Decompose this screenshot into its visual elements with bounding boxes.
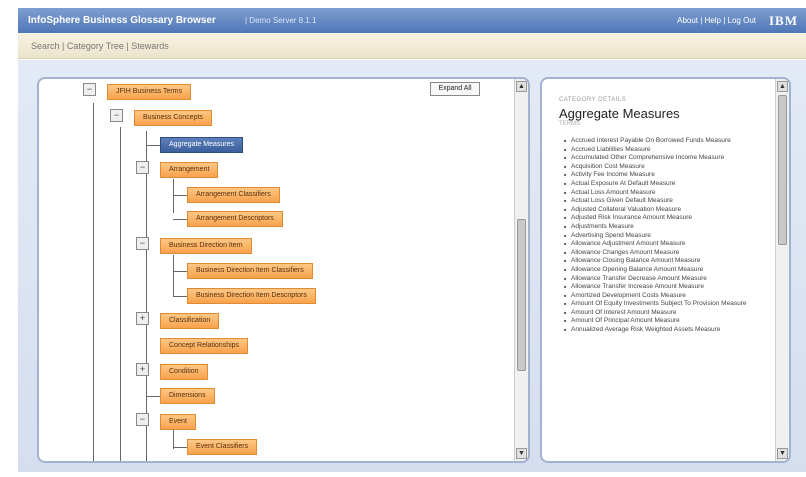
tree-node-business-concepts[interactable]: Business Concepts [134, 110, 212, 126]
tree-line [173, 179, 174, 213]
tree-node-aggregate-measures[interactable]: Aggregate Measures [160, 137, 243, 153]
details-scrollbar[interactable]: ▲ ▼ [775, 79, 789, 461]
collapse-toggle[interactable]: − [83, 83, 96, 96]
term-link[interactable]: Allowance Closing Balance Amount Measure [564, 257, 764, 266]
category-title: Aggregate Measures [559, 106, 680, 121]
category-details-panel: CATEGORY DETAILS Aggregate Measures TERM… [540, 77, 791, 463]
tree-node-business-direction-item[interactable]: Business Direction Item [160, 238, 252, 254]
terms-list: Accrued Interest Payable On Borrowed Fun… [564, 137, 764, 335]
tree-node-arrangement-classifiers[interactable]: Arrangement Classifiers [187, 187, 280, 203]
collapse-toggle[interactable]: − [136, 161, 149, 174]
scroll-thumb[interactable] [778, 95, 787, 245]
scroll-up-arrow-icon[interactable]: ▲ [516, 81, 527, 92]
collapse-toggle[interactable]: − [136, 413, 149, 426]
nav-category-tree[interactable]: Category Tree [67, 41, 124, 51]
tree-line [173, 428, 174, 449]
term-link[interactable]: Amortized Development Costs Measure [564, 292, 764, 301]
tree-node-jfih-business-terms[interactable]: JFIH Business Terms [107, 84, 191, 100]
tree-node-dimensions[interactable]: Dimensions [160, 388, 215, 404]
term-link[interactable]: Allowance Adjustment Amount Measure [564, 240, 764, 249]
nav-stewards[interactable]: Stewards [131, 41, 169, 51]
term-link[interactable]: Adjustments Measure [564, 223, 764, 232]
term-link[interactable]: Adjusted Collateral Valuation Measure [564, 206, 764, 215]
top-links: About | Help | Log Out [677, 16, 756, 25]
title-bar: InfoSphere Business Glossary Browser | D… [18, 8, 806, 33]
tree-node-concept-relationships[interactable]: Concept Relationships [160, 338, 249, 354]
ibm-logo: IBM [769, 13, 798, 28]
term-link[interactable]: Amount Of Principal Amount Measure [564, 317, 764, 326]
term-link[interactable]: Annualized Average Risk Weighted Assets … [564, 326, 764, 335]
term-link[interactable]: Accrued Liabilities Measure [564, 146, 764, 155]
terms-label: TERMS [559, 121, 580, 127]
expand-all-button[interactable]: Expand All [430, 82, 480, 96]
nav-bar: Search | Category Tree | Stewards [18, 33, 806, 59]
tree-node-arrangement[interactable]: Arrangement [160, 162, 219, 178]
term-link[interactable]: Actual Loss Amount Measure [564, 189, 764, 198]
scroll-thumb[interactable] [517, 219, 526, 371]
expand-toggle[interactable]: + [136, 312, 149, 325]
term-link[interactable]: Actual Exposure At Default Measure [564, 180, 764, 189]
term-link[interactable]: Actual Loss Given Default Measure [564, 197, 764, 206]
section-label: CATEGORY DETAILS [559, 97, 627, 103]
expand-toggle[interactable]: + [136, 363, 149, 376]
term-link[interactable]: Allowance Opening Balance Amount Measure [564, 266, 764, 275]
term-link[interactable]: Adjusted Risk Insurance Amount Measure [564, 214, 764, 223]
tree-line [173, 255, 174, 296]
app-title: InfoSphere Business Glossary Browser [28, 15, 216, 26]
about-link[interactable]: About [677, 16, 698, 25]
help-link[interactable]: Help [705, 16, 721, 25]
scroll-down-arrow-icon[interactable]: ▼ [777, 448, 788, 459]
tree-node-business-direction-item-descriptors[interactable]: Business Direction Item Descriptors [187, 288, 316, 304]
tree-line [146, 131, 147, 461]
scroll-up-arrow-icon[interactable]: ▲ [777, 81, 788, 92]
term-link[interactable]: Amount Of Interest Amount Measure [564, 309, 764, 318]
tree-node-arrangement-descriptors[interactable]: Arrangement Descriptors [187, 211, 283, 227]
term-link[interactable]: Acquisition Cost Measure [564, 163, 764, 172]
tree-node-condition[interactable]: Condition [160, 364, 208, 380]
tree-node-event-classifiers[interactable]: Event Classifiers [187, 439, 258, 455]
tree-line [93, 103, 94, 461]
nav-search[interactable]: Search [31, 41, 60, 51]
term-link[interactable]: Allowance Changes Amount Measure [564, 249, 764, 258]
tree-node-event[interactable]: Event [160, 414, 196, 430]
tree-scrollbar[interactable]: ▲ ▼ [514, 79, 528, 461]
term-link[interactable]: Advertising Spend Measure [564, 232, 764, 241]
term-link[interactable]: Accumulated Other Comprehensive Income M… [564, 154, 764, 163]
term-link[interactable]: Amount Of Equity Investments Subject To … [564, 300, 764, 309]
category-tree-panel: − − − − + + − JFIH Business Terms Busine… [37, 77, 530, 463]
app-subtitle: | Demo Server 8.1.1 [245, 16, 317, 25]
scroll-down-arrow-icon[interactable]: ▼ [516, 448, 527, 459]
tree-node-business-direction-item-classifiers[interactable]: Business Direction Item Classifiers [187, 263, 313, 279]
term-link[interactable]: Allowance Transfer Increase Amount Measu… [564, 283, 764, 292]
term-link[interactable]: Accrued Interest Payable On Borrowed Fun… [564, 137, 764, 146]
term-link[interactable]: Allowance Transfer Decrease Amount Measu… [564, 275, 764, 284]
collapse-toggle[interactable]: − [110, 109, 123, 122]
tree-node-classification[interactable]: Classification [160, 313, 220, 329]
collapse-toggle[interactable]: − [136, 237, 149, 250]
tree-line [120, 127, 121, 461]
category-tree: − − − − + + − JFIH Business Terms Busine… [39, 79, 514, 461]
logout-link[interactable]: Log Out [728, 16, 756, 25]
term-link[interactable]: Activity Fee Income Measure [564, 171, 764, 180]
